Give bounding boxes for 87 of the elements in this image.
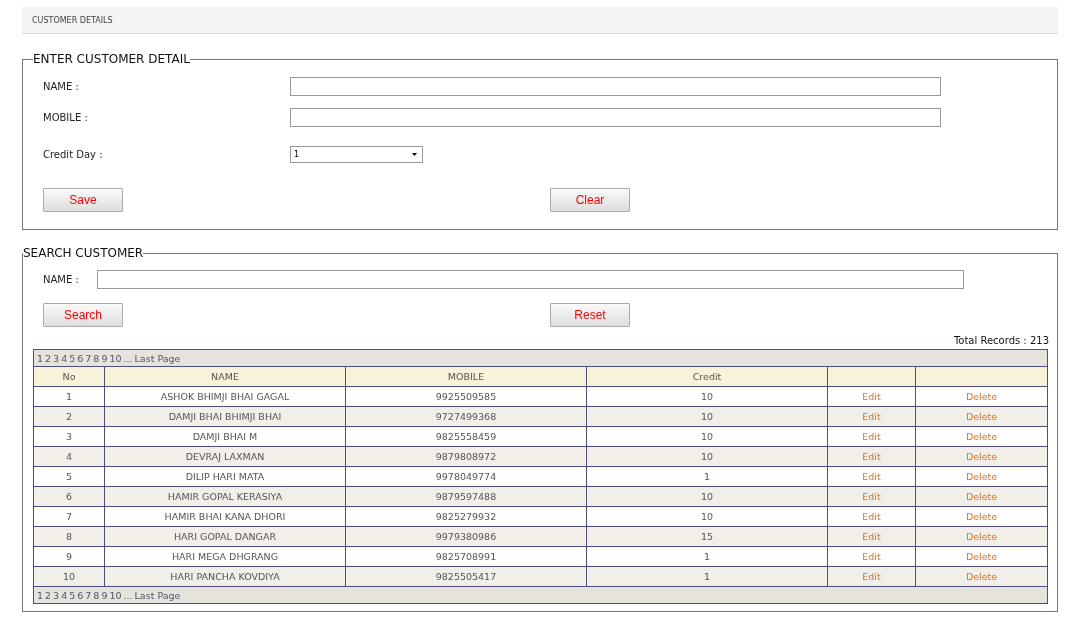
page-link[interactable]: 7 — [85, 352, 92, 364]
column-header: No — [33, 366, 105, 387]
form-button[interactable]: Save — [43, 188, 123, 212]
edit-link[interactable]: Edit — [862, 431, 881, 442]
edit-link[interactable]: Edit — [862, 391, 881, 402]
page-link[interactable]: 10 — [109, 589, 122, 601]
page-link[interactable]: Last Page — [134, 589, 181, 601]
page-link[interactable]: 1 — [37, 589, 44, 601]
delete-link[interactable]: Delete — [965, 551, 998, 562]
field-label: NAME : — [43, 81, 80, 92]
table-cell: 10 — [586, 426, 828, 447]
delete-link[interactable]: Delete — [965, 511, 998, 522]
form-button[interactable]: Reset — [550, 303, 630, 327]
delete-link[interactable]: Delete — [965, 491, 998, 502]
table-cell: 9978049774 — [345, 466, 587, 487]
page-link[interactable]: 6 — [77, 589, 84, 601]
edit-link[interactable]: Edit — [862, 491, 881, 502]
page-link[interactable]: 2 — [45, 352, 52, 364]
total-records: Total Records : 213 — [953, 335, 1049, 346]
edit-link[interactable]: Edit — [862, 451, 881, 462]
page-link[interactable]: ... — [123, 589, 133, 601]
edit-link[interactable]: Edit — [862, 571, 881, 582]
panel-legend: ENTER CUSTOMER DETAIL — [33, 52, 190, 66]
page-link[interactable]: 7 — [85, 589, 92, 601]
page-link[interactable]: ... — [123, 352, 133, 364]
delete-link[interactable]: Delete — [965, 471, 998, 482]
table-cell: DILIP HARI MATA — [104, 466, 346, 487]
page-link[interactable]: 5 — [69, 352, 76, 364]
page-link[interactable]: 9 — [101, 589, 108, 601]
page-link[interactable]: 1 — [37, 352, 44, 364]
table-cell: 1 — [586, 546, 828, 567]
delete-link[interactable]: Delete — [965, 531, 998, 542]
page-link[interactable]: 10 — [109, 352, 122, 364]
page-link[interactable]: 9 — [101, 352, 108, 364]
page-link[interactable]: 5 — [69, 589, 76, 601]
page-title: CUSTOMER DETAILS — [32, 15, 113, 25]
page-link[interactable]: Last Page — [134, 352, 181, 364]
table-cell: 9825708991 — [345, 546, 587, 567]
page-link[interactable]: 4 — [61, 589, 68, 601]
table-cell: DAMJI BHAI M — [104, 426, 346, 447]
edit-link[interactable]: Edit — [862, 551, 881, 562]
form-button[interactable]: Search — [43, 303, 123, 327]
name-input[interactable] — [290, 77, 941, 96]
page-link[interactable]: 3 — [53, 589, 60, 601]
table-cell: 10 — [586, 506, 828, 527]
table-cell: 8 — [33, 526, 105, 547]
delete-link[interactable]: Delete — [965, 451, 998, 462]
dropdown-caret-icon — [412, 153, 417, 156]
field-label: NAME : — [43, 274, 80, 285]
table-cell: 9825558459 — [345, 426, 587, 447]
table-cell: 10 — [586, 386, 828, 407]
field-label: Credit Day : — [43, 149, 104, 160]
table-cell: 9925509585 — [345, 386, 587, 407]
edit-link[interactable]: Edit — [862, 531, 881, 542]
table-cell: 5 — [33, 466, 105, 487]
table-cell: HAMIR BHAI KANA DHORI — [104, 506, 346, 527]
table-cell: 3 — [33, 426, 105, 447]
page-link[interactable]: 8 — [93, 589, 100, 601]
table-cell: HARI MEGA DHGRANG — [104, 546, 346, 567]
table-cell: 7 — [33, 506, 105, 527]
credit-day-dropdown[interactable]: 1 — [290, 146, 423, 163]
page-link[interactable]: 6 — [77, 352, 84, 364]
delete-link[interactable]: Delete — [965, 431, 998, 442]
edit-link[interactable]: Edit — [862, 411, 881, 422]
edit-link[interactable]: Edit — [862, 471, 881, 482]
page-link[interactable]: 2 — [45, 589, 52, 601]
table-cell: 10 — [33, 566, 105, 587]
table-cell: 6 — [33, 486, 105, 507]
delete-link[interactable]: Delete — [965, 571, 998, 582]
page-link[interactable]: 4 — [61, 352, 68, 364]
table-cell: 1 — [33, 386, 105, 407]
search-name-input[interactable] — [97, 270, 964, 289]
delete-link[interactable]: Delete — [965, 411, 998, 422]
table-cell: 9 — [33, 546, 105, 567]
table-cell: 2 — [33, 406, 105, 427]
table-cell: ASHOK BHIMJI BHAI GAGAL — [104, 386, 346, 407]
page-link[interactable]: 8 — [93, 352, 100, 364]
page-link[interactable]: 3 — [53, 352, 60, 364]
field-label: MOBILE : — [43, 112, 89, 123]
edit-link[interactable]: Edit — [862, 511, 881, 522]
mobile-input[interactable] — [290, 108, 941, 127]
table-cell: 4 — [33, 446, 105, 467]
form-button[interactable]: Clear — [550, 188, 630, 212]
table-cell: 1 — [586, 466, 828, 487]
delete-link[interactable]: Delete — [965, 391, 998, 402]
table-cell: 9825279932 — [345, 506, 587, 527]
panel-legend: SEARCH CUSTOMER — [23, 246, 144, 260]
